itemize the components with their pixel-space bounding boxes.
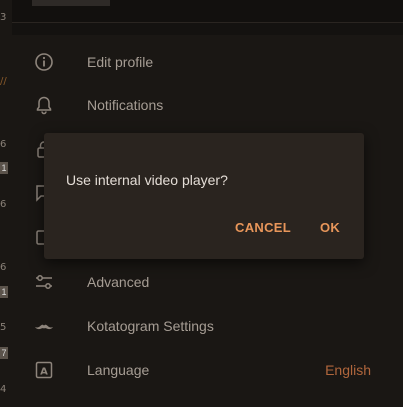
divider — [12, 22, 403, 23]
left-mark: 4 — [0, 384, 7, 395]
cancel-button[interactable]: CANCEL — [235, 220, 291, 235]
language-value: English — [325, 362, 371, 378]
settings-item-label: Advanced — [87, 274, 150, 290]
info-icon — [34, 52, 54, 72]
chat-list-edge: 3 // 6 1 6 6 1 5 7 4 — [0, 0, 12, 407]
left-mark: 3 — [0, 12, 7, 23]
left-slash-mark: // — [0, 76, 7, 87]
unread-badge: 7 — [0, 347, 8, 359]
settings-item-label: Kotatogram Settings — [87, 318, 214, 334]
bell-icon — [34, 95, 54, 115]
left-mark: 5 — [0, 322, 7, 333]
unread-badge: 1 — [0, 286, 8, 298]
settings-item-kotatogram[interactable]: Kotatogram Settings — [12, 304, 403, 348]
dialog-message: Use internal video player? — [66, 172, 228, 188]
left-mark: 6 — [0, 139, 7, 150]
language-icon: A — [34, 360, 54, 380]
settings-item-language[interactable]: A Language English — [12, 348, 403, 392]
settings-item-label: Notifications — [87, 97, 164, 113]
left-mark: 6 — [0, 262, 7, 273]
ok-button[interactable]: OK — [320, 220, 340, 235]
svg-text:A: A — [40, 367, 48, 378]
unread-badge: 1 — [0, 162, 8, 174]
settings-item-label: Edit profile — [87, 54, 154, 70]
video-player-dialog: Use internal video player? CANCEL OK — [44, 133, 364, 259]
settings-item-label: Language — [87, 362, 150, 378]
settings-item-edit-profile[interactable]: Edit profile — [12, 40, 403, 84]
settings-item-notifications[interactable]: Notifications — [12, 83, 403, 127]
left-mark: 6 — [0, 199, 7, 210]
top-bar-thumb — [32, 0, 110, 6]
sliders-icon — [34, 272, 54, 292]
mustache-icon — [34, 316, 54, 336]
settings-item-advanced[interactable]: Advanced — [12, 260, 403, 304]
top-bar — [12, 0, 403, 22]
